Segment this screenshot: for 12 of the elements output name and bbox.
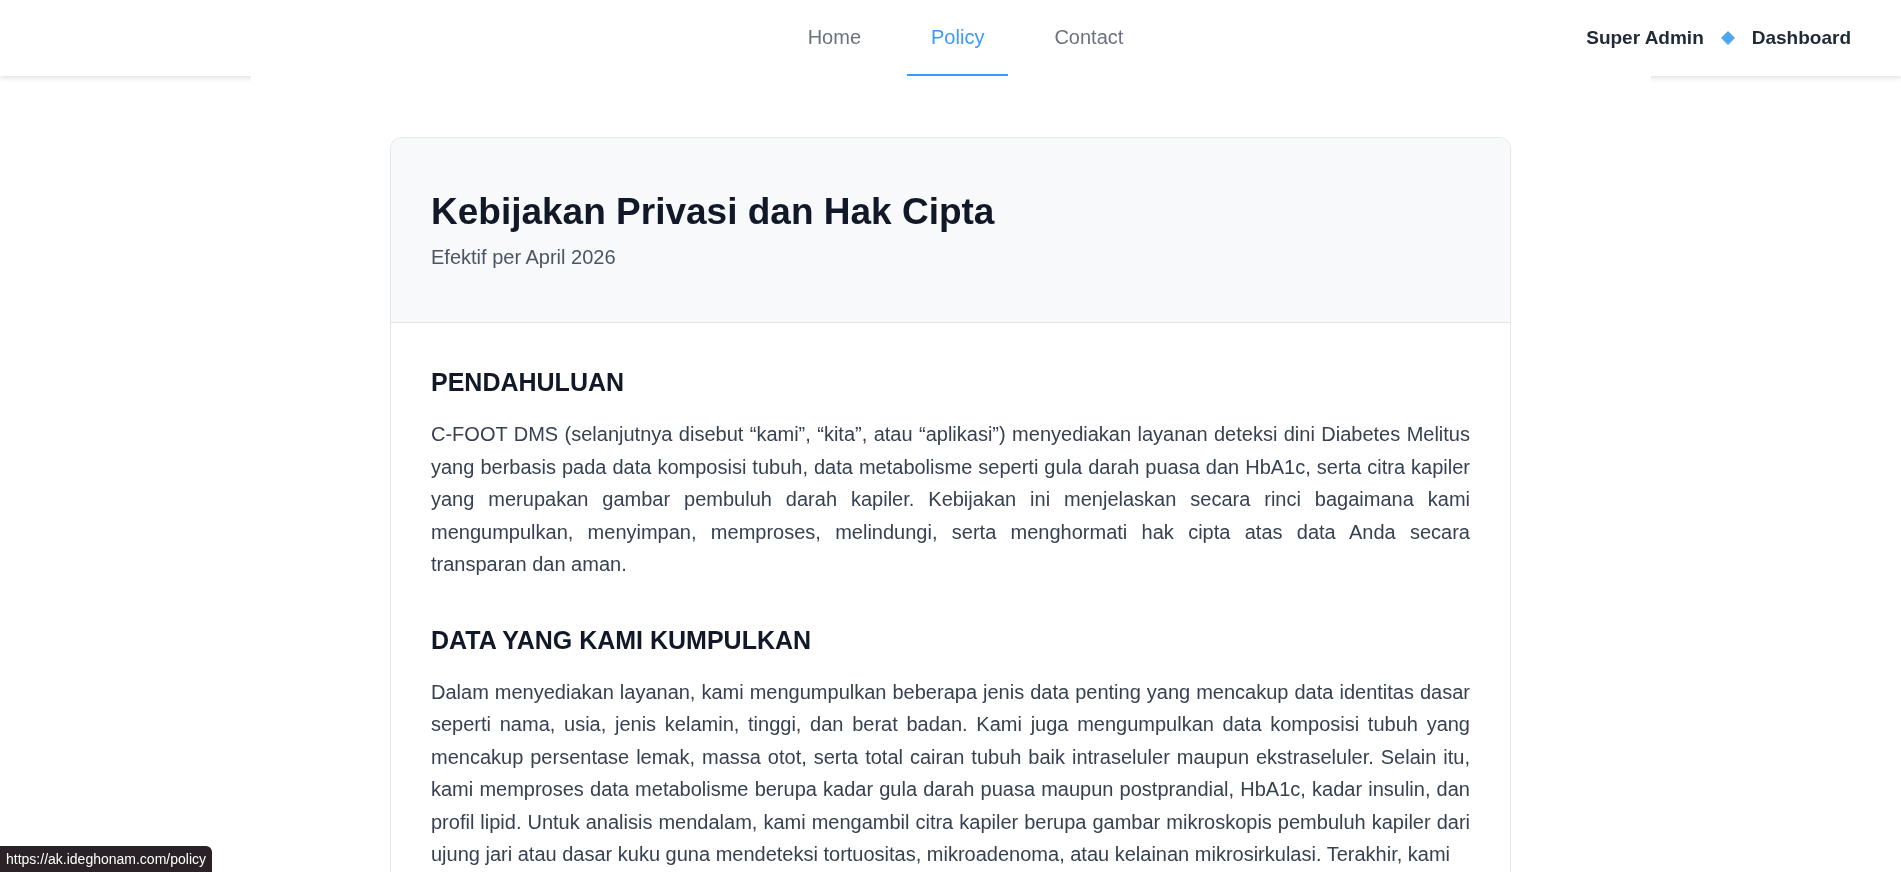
nav-link[interactable]: Home xyxy=(783,0,886,76)
diamond-icon xyxy=(1720,31,1735,45)
effective-date: Efektif per April 2026 xyxy=(431,245,617,270)
link-url-tooltip: https://ak.ideghonam.com/policy xyxy=(0,846,212,872)
section-paragraph: C-FOOT DMS (selanjutnya disebut “kami”, “kita”, atau “aplikasi”) menyediakan layanan deteksi dini Diabetes Melitus yang berbasis pada data komposisi tubuh, data metabolisme seperti gula darah puasa dan HbA1c, serta citra kapiler yang merupakan gambar pembuluh darah kapiler. Kebijakan ini menjelaskan secara rinci bagaimana kami mengumpulkan, menyimpan, memproses, melindungi, serta menghormati hak cipta atas data Anda secara transparan dan aman. xyxy=(431,422,1470,577)
section-heading: PENDAHULUAN xyxy=(431,367,626,398)
page-title: Kebijakan Privasi dan Hak Cipta xyxy=(431,190,996,234)
user-name: Super Admin xyxy=(1586,25,1704,50)
section-paragraph: Dalam menyediakan layanan, kami mengumpulkan beberapa jenis data penting yang mencakup data identitas dasar seperti nama, usia, jenis kelamin, tinggi, dan berat badan. Kami juga mengumpulkan data komposisi tubuh yang mencakup persentase lemak, massa otot, serta total cairan tubuh baik intraseluler maupun ekstraseluler. Selain itu, kami memproses data metabolisme berupa kadar gula darah puasa maupun postprandial, HbA1c, kadar insulin, dan profil lipid. Untuk analisis mendalam, kami mengambil citra kapiler berupa gambar mikroskopis pembuluh kapiler dari ujung jari atau dasar kuku guna mendeteksi tortuositas, mikroadenoma, atau kelainan mikrosirkulasi. Terakhir, kami xyxy=(431,679,1470,867)
nav-link[interactable]: Contact xyxy=(1030,0,1148,76)
dashboard-link[interactable]: Dashboard xyxy=(1751,23,1851,53)
section-heading: DATA YANG KAMI KUMPULKAN xyxy=(431,624,813,656)
